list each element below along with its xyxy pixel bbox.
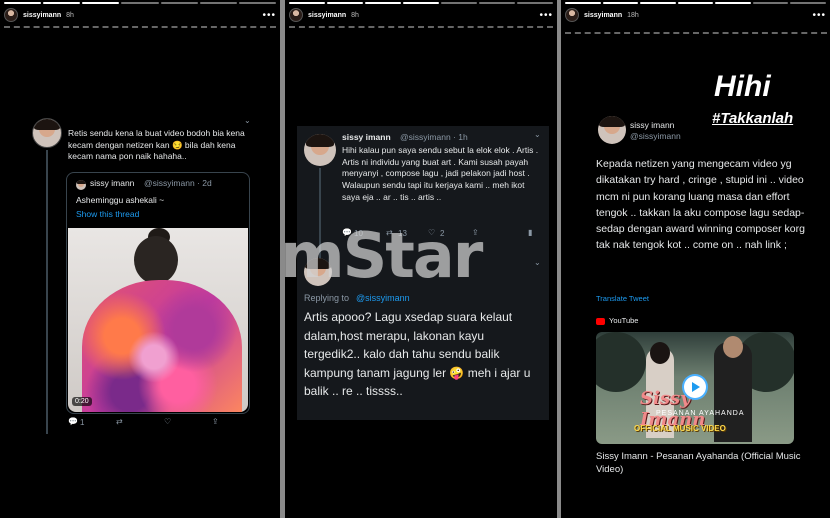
youtube-thumbnail[interactable]: Sissy Imann PESANAN AYAHANDA OFFICIAL MU… — [596, 332, 794, 444]
avatar[interactable] — [304, 134, 336, 166]
tweet-text: Hihi kalau pun saya sendu sebut la elok … — [342, 145, 539, 202]
story-username[interactable]: sissyimann — [308, 12, 346, 19]
more-options-icon[interactable]: ••• — [812, 10, 826, 21]
chevron-down-icon[interactable]: ⌄ — [244, 116, 251, 125]
sticker-hashtag: #Takkanlah — [712, 110, 794, 127]
retweet-icon[interactable]: ⇄ — [116, 417, 123, 426]
tweet-text: Kepada netizen yang mengecam video yg di… — [596, 158, 805, 252]
more-options-icon[interactable]: ••• — [262, 10, 276, 21]
divider — [565, 32, 827, 34]
story-username[interactable]: sissyimann — [23, 12, 61, 19]
play-icon[interactable] — [684, 376, 706, 398]
reply-count: 10 — [354, 229, 363, 238]
translate-tweet-link[interactable]: Translate Tweet — [596, 294, 649, 304]
author-name: sissy imann — [342, 132, 391, 142]
reply-text: Artis apooo? Lagu xsedap suara kelaut da… — [304, 310, 531, 399]
retweet-icon[interactable]: ⇄ — [386, 228, 393, 237]
thread-line — [46, 150, 48, 434]
sticker-title: Hihi — [714, 70, 771, 103]
show-thread-link[interactable]: Show this thread — [76, 209, 139, 221]
story-time: 8h — [351, 11, 359, 19]
story-time: 8h — [66, 11, 74, 19]
share-icon[interactable]: ⇪ — [212, 417, 219, 426]
tweet-text: Retis sendu kena la buat video bodoh bia… — [68, 128, 245, 162]
youtube-video-title[interactable]: Sissy Imann - Pesanan Ayahanda (Official… — [596, 450, 802, 477]
reply-icon[interactable]: 💬 — [342, 228, 352, 237]
divider — [289, 26, 553, 28]
author-handle: @sissyimann · 1h — [400, 132, 468, 142]
chevron-down-icon[interactable]: ⌄ — [534, 130, 541, 139]
quote-avatar — [76, 180, 86, 190]
chevron-down-icon[interactable]: ⌄ — [534, 258, 541, 267]
youtube-icon — [596, 318, 605, 325]
reply-avatar[interactable] — [304, 258, 332, 286]
youtube-source: YouTube — [609, 316, 639, 325]
retweet-count: 13 — [398, 229, 407, 238]
tie-dye-top — [82, 280, 242, 412]
divider — [4, 26, 276, 28]
thread-line — [319, 168, 321, 258]
thumbnail-tag: OFFICIAL MUSIC VIDEO — [634, 424, 726, 433]
reply-count: 1 — [80, 418, 85, 427]
story-progress — [289, 2, 553, 4]
reply-icon[interactable]: 💬 — [68, 417, 78, 426]
story-progress — [565, 2, 827, 4]
quote-handle: @sissyimann · 2d — [144, 178, 212, 188]
story-avatar[interactable] — [289, 8, 303, 22]
author-name: sissy imann — [630, 120, 675, 130]
video-duration: 0:20 — [72, 397, 92, 406]
story-header: sissyimann 18h ••• — [565, 5, 826, 25]
like-count: 2 — [440, 229, 445, 238]
more-options-icon[interactable]: ••• — [539, 10, 553, 21]
quote-text: Asheminggu ashekali ~ — [76, 195, 165, 205]
story-progress — [4, 2, 276, 4]
thumbnail-subtitle: PESANAN AYAHANDA — [656, 410, 745, 417]
story-avatar[interactable] — [4, 8, 18, 22]
replying-to-label: Replying to — [304, 293, 350, 303]
avatar[interactable] — [598, 116, 626, 144]
story-time: 18h — [627, 11, 639, 19]
like-icon[interactable]: ♡ — [428, 228, 435, 237]
story-avatar[interactable] — [565, 8, 579, 22]
story-header: sissyimann 8h ••• — [289, 5, 553, 25]
analytics-icon[interactable]: ▮ — [528, 228, 532, 237]
author-handle: @sissyimann — [630, 131, 681, 141]
video-thumbnail[interactable]: 0:20 — [68, 228, 248, 412]
story-header: sissyimann 8h ••• — [4, 5, 276, 25]
share-icon[interactable]: ⇪ — [472, 228, 479, 237]
avatar[interactable] — [32, 118, 62, 148]
quote-author-name: sissy imann — [90, 178, 135, 188]
story-username[interactable]: sissyimann — [584, 12, 622, 19]
like-icon[interactable]: ♡ — [164, 417, 171, 426]
replying-to-handle[interactable]: @sissyimann — [356, 292, 410, 304]
